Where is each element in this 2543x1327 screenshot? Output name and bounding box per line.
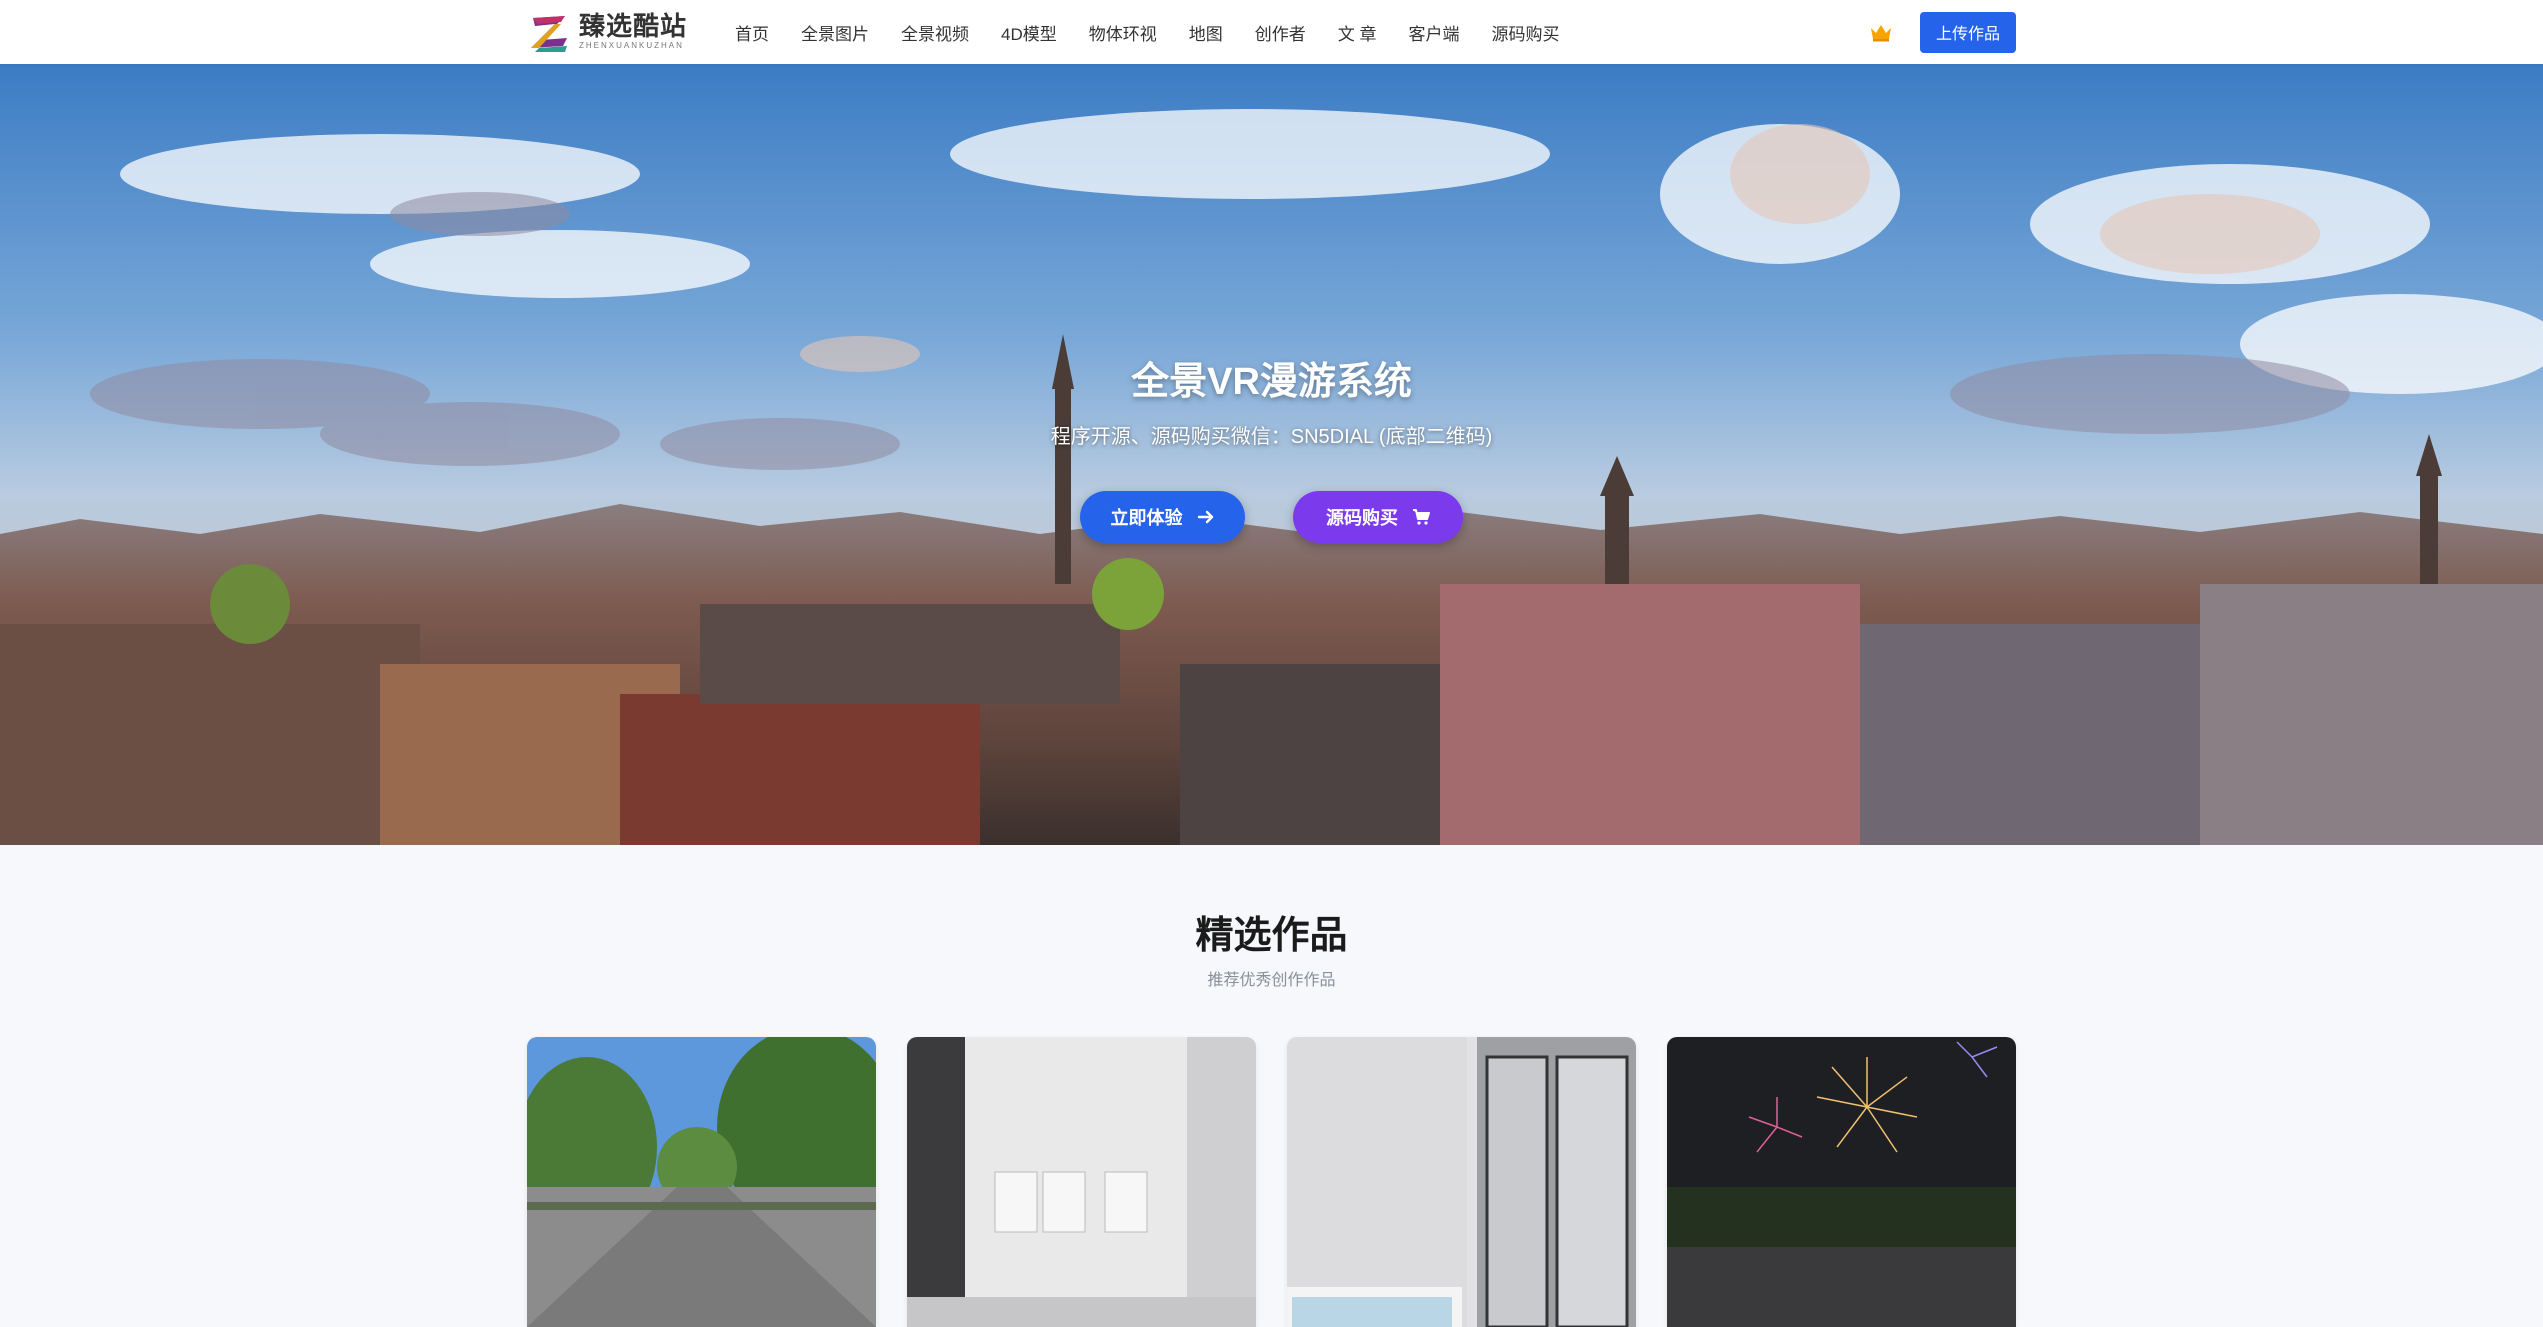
work-card-gallery[interactable] <box>907 1037 1256 1327</box>
work-card-street[interactable] <box>527 1037 876 1327</box>
cart-icon <box>1413 509 1430 525</box>
hero-subtitle: 程序开源、源码购买微信：SN5DIAL (底部二维码) <box>1050 426 1493 448</box>
nav-item-4d-models[interactable]: 4D模型 <box>1001 20 1057 45</box>
work-card-fireworks[interactable] <box>1667 1037 2016 1327</box>
logo-mark-icon <box>531 16 567 52</box>
buy-source-button[interactable]: 源码购买 <box>1293 491 1463 543</box>
hero-banner: 全景VR漫游系统 程序开源、源码购买微信：SN5DIAL (底部二维码) 立即体… <box>0 64 2543 845</box>
main-nav: 首页 全景图片 全景视频 4D模型 物体环视 地图 创作者 文 章 客户端 源码… <box>735 0 1591 64</box>
nav-item-client[interactable]: 客户端 <box>1408 20 1459 45</box>
featured-section-title: 精选作品 <box>1195 915 1348 957</box>
logo-name-cn: 臻选酷站 <box>579 12 688 42</box>
street-thumbnail-image <box>527 1037 876 1327</box>
nav-item-home[interactable]: 首页 <box>735 20 769 45</box>
navbar-inner: 臻选酷站 ZHENXUANKUZHAN 首页 全景图片 全景视频 4D模型 物体… <box>527 0 2016 64</box>
hero-title: 全景VR漫游系统 <box>1131 361 1412 403</box>
crown-icon[interactable] <box>1869 22 1893 42</box>
try-now-button[interactable]: 立即体验 <box>1080 491 1245 543</box>
nav-item-panorama-videos[interactable]: 全景视频 <box>901 20 969 45</box>
work-card-bathroom[interactable] <box>1287 1037 1636 1327</box>
logo-text: 臻选酷站 ZHENXUANKUZHAN <box>579 13 687 51</box>
buy-source-label: 源码购买 <box>1326 508 1398 528</box>
arrow-right-icon <box>1197 510 1213 524</box>
site-logo[interactable]: 臻选酷站 ZHENXUANKUZHAN <box>527 0 687 64</box>
bathroom-thumbnail-image <box>1287 1037 1636 1327</box>
nav-item-source-purchase[interactable]: 源码购买 <box>1491 20 1559 45</box>
gallery-thumbnail-image <box>907 1037 1256 1327</box>
fireworks-thumbnail-image <box>1667 1037 2016 1327</box>
hero-cityscape-image <box>0 64 2543 845</box>
nav-item-creators[interactable]: 创作者 <box>1255 20 1306 45</box>
upload-work-button[interactable]: 上传作品 <box>1920 11 2016 53</box>
featured-section-subtitle: 推荐优秀创作作品 <box>1207 972 1336 989</box>
nav-item-articles[interactable]: 文 章 <box>1338 20 1377 45</box>
nav-item-object-view[interactable]: 物体环视 <box>1089 20 1157 45</box>
nav-item-panorama-images[interactable]: 全景图片 <box>801 20 869 45</box>
logo-name-en: ZHENXUANKUZHAN <box>579 41 684 50</box>
top-navbar: 臻选酷站 ZHENXUANKUZHAN 首页 全景图片 全景视频 4D模型 物体… <box>0 0 2543 64</box>
nav-right: 上传作品 <box>1869 11 2016 53</box>
nav-item-map[interactable]: 地图 <box>1189 20 1223 45</box>
try-now-label: 立即体验 <box>1110 508 1183 528</box>
